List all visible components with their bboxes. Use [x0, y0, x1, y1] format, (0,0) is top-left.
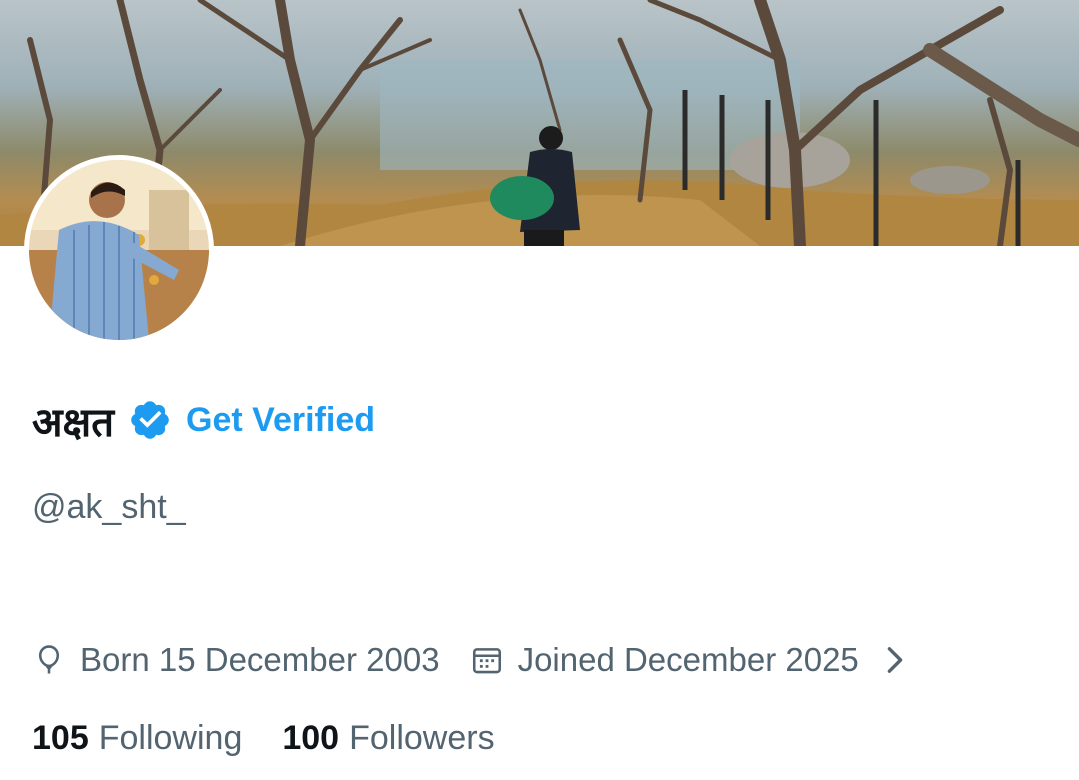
balloon-icon — [38, 645, 60, 674]
following-link[interactable]: 105 Following — [32, 719, 242, 758]
get-verified-link[interactable]: Get Verified — [186, 401, 375, 440]
followers-count: 100 — [282, 718, 340, 757]
display-name: अक्षत — [32, 399, 115, 446]
chevron-right-icon[interactable] — [881, 643, 909, 677]
following-count: 105 — [32, 718, 89, 757]
profile-handle: @ak_sht_ — [32, 488, 186, 526]
calendar-icon — [472, 648, 501, 674]
followers-label: Followers — [349, 718, 495, 757]
birthday-item: Born 15 December 2003 — [32, 641, 440, 679]
profile-name-row: अक्षत Get Verified — [32, 392, 375, 448]
joined-item: Joined December 2025 — [470, 641, 859, 679]
verified-badge-icon[interactable] — [128, 398, 172, 442]
following-label: Following — [98, 718, 243, 757]
birthday-text: Born 15 December 2003 — [80, 641, 440, 678]
joined-text: Joined December 2025 — [517, 641, 859, 678]
avatar-photo — [29, 160, 209, 340]
follow-stats-row: 105 Following 100 Followers — [32, 714, 495, 762]
followers-link[interactable]: 100 Followers — [282, 719, 494, 758]
profile-avatar[interactable] — [24, 155, 214, 345]
profile-meta-row: Born 15 December 2003 Joined December 20… — [32, 636, 909, 684]
